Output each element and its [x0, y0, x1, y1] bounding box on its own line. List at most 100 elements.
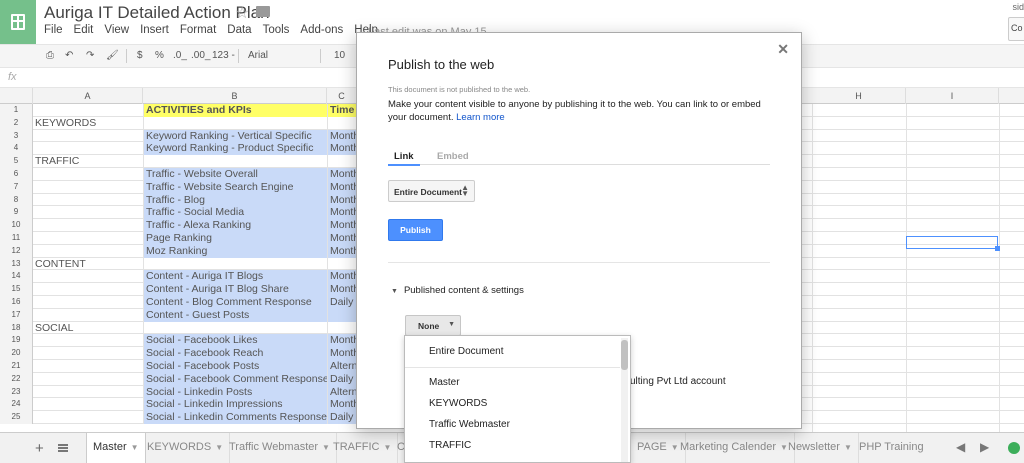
cell-a[interactable] — [33, 398, 143, 411]
cell-a[interactable] — [33, 296, 143, 309]
menu-format[interactable]: Format — [180, 24, 216, 36]
cell-b[interactable] — [143, 155, 327, 168]
sheet-tab-master[interactable]: Master ▼ — [86, 433, 146, 463]
row-number[interactable]: 10 — [0, 219, 33, 232]
cell-b[interactable]: Keyword Ranking - Product Specific — [143, 142, 327, 156]
cell-c[interactable]: Month — [327, 232, 357, 245]
cell-a[interactable] — [33, 270, 143, 283]
cell-c[interactable]: Time — [327, 104, 357, 117]
folder-icon[interactable] — [256, 6, 270, 17]
all-sheets-icon[interactable] — [58, 444, 68, 452]
cell-b[interactable]: Keyword Ranking - Vertical Specific — [143, 129, 327, 143]
cell-a[interactable]: KEYWORDS — [33, 117, 143, 130]
cell-c[interactable] — [327, 308, 357, 322]
cell-b[interactable]: ACTIVITIES and KPIs — [143, 104, 327, 117]
tab-embed[interactable]: Embed — [437, 151, 469, 162]
cell-b[interactable] — [143, 116, 327, 130]
menu-view[interactable]: View — [104, 24, 129, 36]
font-size-select[interactable]: 10 — [334, 50, 345, 61]
dropdown-item-traffic[interactable]: TRAFFIC — [429, 440, 471, 451]
cell-a[interactable] — [33, 232, 143, 245]
cell-c[interactable]: Month — [327, 193, 357, 207]
row-number[interactable]: 8 — [0, 193, 33, 207]
sheet-tab-newsletter[interactable]: Newsletter ▼ — [782, 433, 859, 463]
row-number[interactable]: 12 — [0, 244, 33, 258]
cell-b[interactable]: Traffic - Alexa Ranking — [143, 219, 327, 232]
cell-a[interactable] — [33, 219, 143, 232]
undo-icon[interactable]: ↶ — [65, 50, 73, 61]
cell-b[interactable]: Social - Facebook Likes — [143, 334, 327, 348]
row-number[interactable]: 17 — [0, 308, 33, 322]
cell-a[interactable]: SOCIAL — [33, 322, 143, 335]
row-number[interactable]: 25 — [0, 411, 33, 424]
cell-b[interactable] — [143, 321, 327, 335]
row-number[interactable]: 5 — [0, 155, 33, 168]
cell-c[interactable]: Altern — [327, 360, 357, 373]
selected-cell[interactable] — [906, 236, 1000, 251]
cell-c[interactable] — [327, 257, 357, 271]
row-number[interactable]: 2 — [0, 116, 33, 130]
cell-b[interactable]: Social - Linkedin Impressions — [143, 398, 327, 412]
cell-c[interactable]: Month — [327, 206, 357, 220]
row-number[interactable]: 19 — [0, 334, 33, 348]
menu-file[interactable]: File — [44, 24, 63, 36]
cell-c[interactable]: Month — [327, 283, 357, 296]
dropdown-item-master[interactable]: Master — [429, 377, 460, 388]
close-icon[interactable]: ✕ — [777, 41, 789, 58]
star-icon[interactable]: ☆ — [235, 3, 249, 23]
cell-c[interactable] — [327, 116, 357, 130]
menu-insert[interactable]: Insert — [140, 24, 169, 36]
scroll-left-icon[interactable]: ◀ — [956, 440, 965, 454]
cell-c[interactable]: Month — [327, 180, 357, 194]
cell-a[interactable] — [33, 373, 143, 386]
cell-c[interactable]: Month — [327, 334, 357, 348]
sheet-tab-traffic-webmaster[interactable]: Traffic Webmaster ▼ — [223, 433, 337, 463]
col-header-c[interactable]: C — [327, 88, 357, 104]
col-header-a[interactable]: A — [33, 88, 143, 104]
cell-a[interactable] — [33, 245, 143, 258]
row-number[interactable]: 4 — [0, 142, 33, 156]
cell-b[interactable] — [143, 257, 327, 271]
row-number[interactable]: 13 — [0, 257, 33, 271]
cell-a[interactable] — [33, 360, 143, 373]
cell-a[interactable] — [33, 283, 143, 296]
cell-b[interactable]: Content - Auriga IT Blog Share — [143, 283, 327, 296]
cell-b[interactable]: Traffic - Blog — [143, 193, 327, 207]
cell-c[interactable] — [327, 155, 357, 168]
sheet-tab-traffic[interactable]: TRAFFIC ▼ — [327, 433, 399, 463]
cell-a[interactable] — [33, 194, 143, 207]
row-number[interactable]: 11 — [0, 232, 33, 245]
cell-b[interactable]: Social - Linkedin Posts — [143, 385, 327, 399]
row-number[interactable]: 20 — [0, 347, 33, 360]
sheets-logo-icon[interactable] — [0, 0, 36, 44]
cell-b[interactable]: Traffic - Website Search Engine — [143, 180, 327, 194]
comments-button[interactable]: Co — [1008, 17, 1024, 41]
row-number[interactable]: 15 — [0, 283, 33, 296]
corner-cell[interactable] — [0, 88, 33, 104]
cell-b[interactable]: Social - Facebook Reach — [143, 347, 327, 360]
col-header-h[interactable]: H — [812, 88, 906, 104]
menu-tools[interactable]: Tools — [263, 24, 290, 36]
cell-c[interactable]: Daily — [327, 296, 357, 309]
cell-a[interactable]: CONTENT — [33, 258, 143, 271]
print-icon[interactable]: ⎙ — [46, 50, 54, 61]
published-settings-toggle[interactable]: ▼ Published content & settings — [391, 285, 524, 296]
row-number[interactable]: 14 — [0, 270, 33, 284]
cell-b[interactable]: Content - Blog Comment Response — [143, 296, 327, 309]
increase-decimal-button[interactable]: .00_ — [191, 50, 210, 61]
sheet-tab-keywords[interactable]: KEYWORDS ▼ — [141, 433, 231, 463]
cell-b[interactable]: Content - Auriga IT Blogs — [143, 270, 327, 284]
dropdown-item-entire-document[interactable]: Entire Document — [429, 346, 503, 357]
cell-b[interactable]: Social - Facebook Comment Responses — [143, 372, 327, 386]
decrease-decimal-button[interactable]: .0_ — [173, 50, 187, 61]
row-number[interactable]: 1 — [0, 104, 33, 117]
cell-a[interactable] — [33, 386, 143, 399]
cell-c[interactable]: Month — [327, 347, 357, 360]
cell-c[interactable]: Daily — [327, 411, 357, 424]
cell-c[interactable]: Daily — [327, 372, 357, 386]
content-select[interactable]: Entire Document ▲ ▼ — [388, 180, 475, 202]
percent-button[interactable]: % — [155, 50, 164, 61]
cell-c[interactable]: Altern — [327, 385, 357, 399]
row-number[interactable]: 22 — [0, 372, 33, 386]
dropdown-item-traffic-webmaster[interactable]: Traffic Webmaster — [429, 419, 510, 430]
